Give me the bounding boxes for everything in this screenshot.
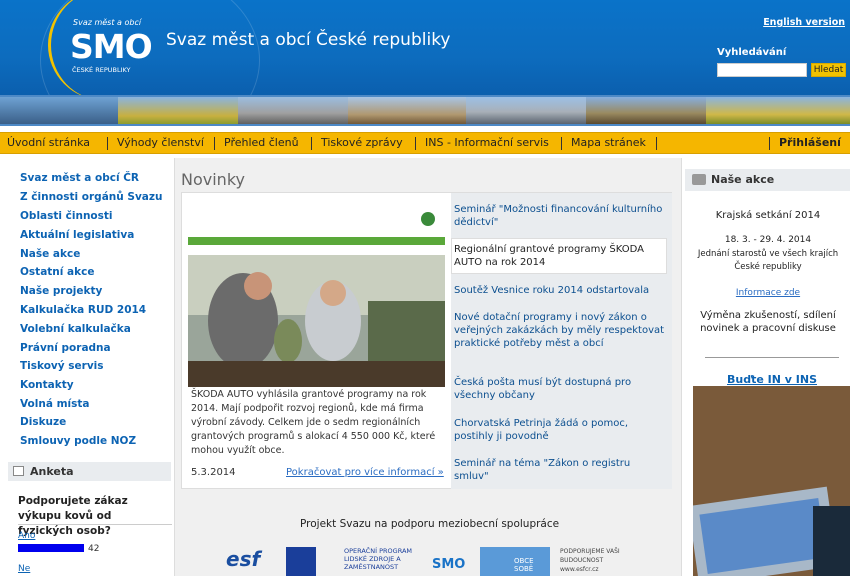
photo-banner bbox=[0, 95, 850, 126]
menu-press[interactable]: Tiskové zprávy bbox=[321, 136, 403, 149]
news-item-active[interactable]: Regionální grantové programy ŠKODA AUTO … bbox=[454, 243, 666, 269]
news-item[interactable]: Seminář "Možnosti financování kulturního… bbox=[454, 203, 666, 229]
eu-flag-icon bbox=[286, 547, 316, 576]
obce-sobe-logo: OBCE SOBĚ bbox=[480, 547, 550, 576]
calendar-icon bbox=[692, 174, 706, 185]
menu-benefits[interactable]: Výhody členství bbox=[117, 136, 204, 149]
menu-sitemap[interactable]: Mapa stránek bbox=[571, 136, 646, 149]
news-heading: Novinky bbox=[181, 170, 245, 189]
nav-item-kontakty[interactable]: Kontakty bbox=[20, 379, 74, 391]
poll-yes-count: 42 bbox=[88, 544, 100, 554]
support-logo: PODPORUJEME VAŠI BUDOUCNOST www.esfcr.cz bbox=[560, 548, 620, 573]
feature-image[interactable] bbox=[188, 201, 445, 387]
poll-option-no[interactable]: Ne bbox=[18, 564, 30, 574]
smo-logo[interactable]: Svaz měst a obcí SMO ČESKÉ REPUBLIKY bbox=[70, 18, 160, 78]
exchange-text: Výměna zkušeností, sdílení novinek a pra… bbox=[700, 310, 836, 334]
nav-item-smlouvy[interactable]: Smlouvy podle NOZ bbox=[20, 435, 136, 447]
search-input[interactable] bbox=[717, 63, 807, 77]
search-label: Vyhledávání bbox=[717, 47, 787, 58]
poll-option-yes[interactable]: Ano bbox=[18, 531, 35, 541]
op-lzz-logo: OPERAČNÍ PROGRAM LIDSKÉ ZDROJE A ZAMĚSTN… bbox=[344, 547, 413, 571]
nav-item-volebni-kalkulacka[interactable]: Volební kalkulačka bbox=[20, 323, 131, 335]
menu-login[interactable]: Přihlášení bbox=[779, 136, 841, 149]
menu-ins[interactable]: INS - Informační servis bbox=[425, 136, 549, 149]
nav-item-oblasti[interactable]: Oblasti činnosti bbox=[20, 210, 113, 222]
menu-members[interactable]: Přehled členů bbox=[224, 136, 299, 149]
site-title: Svaz měst a obcí České republiky bbox=[166, 30, 451, 50]
nav-item-diskuze[interactable]: Diskuze bbox=[20, 416, 66, 428]
news-item[interactable]: Soutěž Vesnice roku 2014 odstartovala bbox=[454, 284, 666, 297]
menu-home[interactable]: Úvodní stránka bbox=[7, 136, 90, 149]
event-description: Jednání starostů ve všech krajích České … bbox=[697, 249, 839, 272]
event-title: Krajská setkání 2014 bbox=[715, 210, 821, 221]
search-button[interactable]: Hledat bbox=[811, 63, 846, 77]
nav-item-legislativa[interactable]: Aktuální legislativa bbox=[20, 229, 134, 241]
nav-item-nase-akce[interactable]: Naše akce bbox=[20, 248, 80, 260]
budte-in-link[interactable]: Buďte IN v INS bbox=[727, 373, 817, 386]
feature-date: 5.3.2014 bbox=[191, 467, 236, 478]
news-item[interactable]: Seminář na téma "Zákon o registru smluv" bbox=[454, 457, 666, 483]
smo-small-logo: SMO bbox=[432, 557, 466, 572]
event-info-link[interactable]: Informace zde bbox=[736, 288, 800, 298]
news-item[interactable]: Česká pošta musí být dostupná pro všechn… bbox=[454, 376, 666, 402]
nav-item-cinnost-organu[interactable]: Z činnosti orgánů Svazu bbox=[20, 191, 162, 203]
event-dates: 18. 3. - 29. 4. 2014 bbox=[724, 235, 812, 245]
poll-question: Podporujete zákaz výkupu kovů od fyzický… bbox=[18, 495, 128, 537]
nav-item-svaz[interactable]: Svaz měst a obcí ČR bbox=[20, 172, 139, 184]
poll-icon bbox=[13, 466, 24, 476]
nav-item-pravni-poradna[interactable]: Právní poradna bbox=[20, 342, 111, 354]
news-item[interactable]: Nové dotační programy i nový zákon o veř… bbox=[454, 311, 666, 350]
partner-logos: esf OPERAČNÍ PROGRAM LIDSKÉ ZDROJE A ZAM… bbox=[226, 547, 626, 576]
esf-logo: esf bbox=[226, 547, 261, 571]
nav-item-projekty[interactable]: Naše projekty bbox=[20, 285, 102, 297]
events-header: Naše akce bbox=[685, 169, 850, 191]
english-version-link[interactable]: English version bbox=[763, 17, 845, 28]
info-link-wrap: Informace zde bbox=[688, 286, 848, 300]
nav-item-kalkulacka-rud[interactable]: Kalkulačka RUD 2014 bbox=[20, 304, 146, 316]
feature-caption: ŠKODA AUTO vyhlásila grantové programy n… bbox=[191, 389, 436, 456]
site-header: Svaz měst a obcí SMO ČESKÉ REPUBLIKY Sva… bbox=[0, 0, 850, 95]
poll-yes-bar bbox=[18, 544, 84, 552]
nav-item-ostatni-akce[interactable]: Ostatní akce bbox=[20, 266, 94, 278]
nav-item-volna-mista[interactable]: Volná místa bbox=[20, 398, 89, 410]
project-title: Projekt Svazu na podporu meziobecní spol… bbox=[300, 518, 560, 530]
news-item[interactable]: Chorvatská Petrinja žádá o pomoc, postih… bbox=[454, 417, 666, 443]
feature-more-link[interactable]: Pokračovat pro více informací » bbox=[286, 467, 444, 478]
nav-item-tiskovy-servis[interactable]: Tiskový servis bbox=[20, 360, 104, 372]
ins-photo[interactable] bbox=[693, 386, 850, 576]
poll-header: Anketa bbox=[8, 462, 171, 481]
main-menu: Úvodní stránka Výhody členství Přehled č… bbox=[0, 132, 850, 154]
